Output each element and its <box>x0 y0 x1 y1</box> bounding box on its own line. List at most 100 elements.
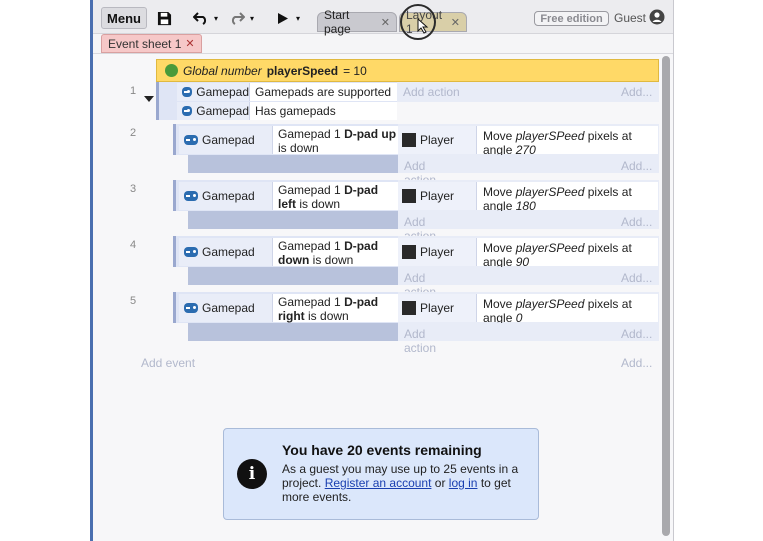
condition-post: is down <box>312 253 354 267</box>
gamepad-icon <box>184 135 198 145</box>
event-conditions[interactable]: Gamepad Gamepad 1 D-pad right is down <box>173 292 399 323</box>
action[interactable]: Player Move playerSPeed pixels at angle … <box>398 294 658 325</box>
vertical-scrollbar[interactable] <box>662 56 670 536</box>
condition-text: Has gamepads <box>249 102 397 120</box>
add-more-link[interactable]: Add... <box>621 215 652 229</box>
event-conditions[interactable]: Gamepad Gamepad 1 D-pad left is down <box>173 180 399 211</box>
condition-post: is down <box>308 309 349 323</box>
object-name: Gamepad <box>202 301 255 315</box>
action[interactable]: Player Move playerSPeed pixels at angle … <box>398 182 658 213</box>
condition-drop-area[interactable] <box>188 211 398 229</box>
add-action-row[interactable] <box>398 267 659 285</box>
tab-label: Event sheet 1 <box>108 36 182 51</box>
close-icon[interactable]: ✕ <box>185 37 194 50</box>
tab-event-sheet-1[interactable]: Event sheet 1 ✕ <box>101 34 202 53</box>
action-pre: Move <box>483 129 513 143</box>
undo-dropdown-icon[interactable]: ▾ <box>211 7 221 29</box>
action-text: Move playerSPeed pixels at angle 270 <box>476 126 658 157</box>
redo-icon[interactable] <box>225 7 249 29</box>
add-more-link[interactable]: Add... <box>621 271 652 285</box>
condition[interactable]: Gamepad Gamepad 1 D-pad down is down <box>179 238 399 267</box>
collapse-arrow-icon[interactable] <box>144 96 154 102</box>
redo-dropdown-icon[interactable]: ▾ <box>247 7 257 29</box>
notice-body: As a guest you may use up to 25 events i… <box>282 462 532 504</box>
event-actions[interactable]: Player Move playerSPeed pixels at angle … <box>398 124 659 157</box>
add-event-more-link[interactable]: Add... <box>621 356 652 370</box>
condition-drop-area[interactable] <box>188 267 398 285</box>
gamepad-icon <box>182 106 193 116</box>
condition[interactable]: Gamepad Gamepads are supported <box>177 83 397 101</box>
condition-pre: Gamepad 1 <box>278 127 341 141</box>
condition-drop-area[interactable] <box>188 323 398 341</box>
gamepad-icon <box>184 191 198 201</box>
action-object: Player <box>398 238 476 266</box>
action[interactable]: Player Move playerSPeed pixels at angle … <box>398 126 658 157</box>
close-icon[interactable]: ✕ <box>451 16 460 29</box>
user-avatar-icon[interactable] <box>649 9 665 25</box>
condition[interactable]: Gamepad Gamepad 1 D-pad right is down <box>179 294 399 323</box>
condition-text: Gamepad 1 D-pad up is down <box>272 126 399 155</box>
action-var: playerSPeed <box>515 185 585 199</box>
condition-post: is down <box>278 141 319 155</box>
action-object: Player <box>398 294 476 322</box>
object-name: Player <box>420 189 455 203</box>
event-actions[interactable]: Player Move playerSPeed pixels at angle … <box>398 236 659 269</box>
play-icon[interactable] <box>273 7 293 29</box>
condition-pre: Gamepad 1 <box>278 239 341 253</box>
condition[interactable]: Gamepad Gamepad 1 D-pad left is down <box>179 182 399 211</box>
event-conditions[interactable]: Gamepad Gamepad 1 D-pad down is down <box>173 236 399 267</box>
object-name: Gamepad <box>202 245 255 259</box>
construct-editor: Menu ▾ ▾ ▾ Start page ✕ Layout 1 ✕ Free … <box>90 0 674 541</box>
play-dropdown-icon[interactable]: ▾ <box>293 7 303 29</box>
condition-bold: D-pad up <box>344 127 397 141</box>
gamepad-icon <box>182 87 193 97</box>
add-more-link[interactable]: Add... <box>621 85 652 99</box>
event-actions[interactable]: Player Move playerSPeed pixels at angle … <box>398 180 659 213</box>
condition-object: Gamepad <box>177 102 249 120</box>
condition-text: Gamepads are supported <box>249 83 397 101</box>
guest-label[interactable]: Guest <box>614 11 646 25</box>
add-action-row[interactable] <box>398 211 659 229</box>
free-edition-badge[interactable]: Free edition <box>534 11 609 26</box>
object-name: Gamepad <box>202 189 255 203</box>
action-var: playerSPeed <box>515 129 585 143</box>
add-action-link[interactable]: Add action <box>404 327 436 355</box>
info-icon: i <box>237 459 267 489</box>
save-icon[interactable] <box>153 7 175 29</box>
action-object: Player <box>398 182 476 210</box>
add-event-link[interactable]: Add event <box>141 356 195 370</box>
event-number: 3 <box>129 183 137 195</box>
player-sprite-icon <box>402 301 416 315</box>
action-pre: Move <box>483 241 513 255</box>
object-name: Player <box>420 245 455 259</box>
action-text: Move playerSPeed pixels at angle 0 <box>476 294 658 325</box>
event-actions[interactable]: Player Move playerSPeed pixels at angle … <box>398 292 659 325</box>
object-name: Gamepad <box>196 104 249 118</box>
close-icon[interactable]: ✕ <box>381 16 390 29</box>
action-object: Player <box>398 126 476 154</box>
add-action-link[interactable]: Add action <box>403 85 460 99</box>
global-variable-prefix: Global number <box>183 63 262 78</box>
menu-button[interactable]: Menu <box>101 7 147 29</box>
global-variable[interactable]: Global number playerSpeed = 10 <box>156 59 659 82</box>
action[interactable]: Player Move playerSPeed pixels at angle … <box>398 238 658 269</box>
undo-icon[interactable] <box>189 7 213 29</box>
condition-drop-area[interactable] <box>188 155 398 173</box>
add-action-row[interactable] <box>398 323 659 341</box>
add-action-row[interactable] <box>398 155 659 173</box>
event-1-conditions[interactable]: Gamepad Gamepads are supported Gamepad H… <box>156 82 397 120</box>
event-conditions[interactable]: Gamepad Gamepad 1 D-pad up is down <box>173 124 399 155</box>
tab-start-page[interactable]: Start page ✕ <box>317 8 397 36</box>
action-text: Move playerSPeed pixels at angle 180 <box>476 182 658 213</box>
condition-text: Gamepad 1 D-pad down is down <box>272 238 399 267</box>
condition-object: Gamepad <box>179 294 272 322</box>
condition[interactable]: Gamepad Has gamepads <box>177 102 397 120</box>
login-link[interactable]: log in <box>449 476 478 490</box>
condition[interactable]: Gamepad Gamepad 1 D-pad up is down <box>179 126 399 155</box>
global-variable-value: = 10 <box>343 63 367 78</box>
event-sheet: Global number playerSpeed = 10 1 Gamepad… <box>93 53 673 541</box>
add-more-link[interactable]: Add... <box>621 159 652 173</box>
condition-object: Gamepad <box>179 238 272 266</box>
add-more-link[interactable]: Add... <box>621 327 652 341</box>
register-link[interactable]: Register an account <box>325 476 432 490</box>
